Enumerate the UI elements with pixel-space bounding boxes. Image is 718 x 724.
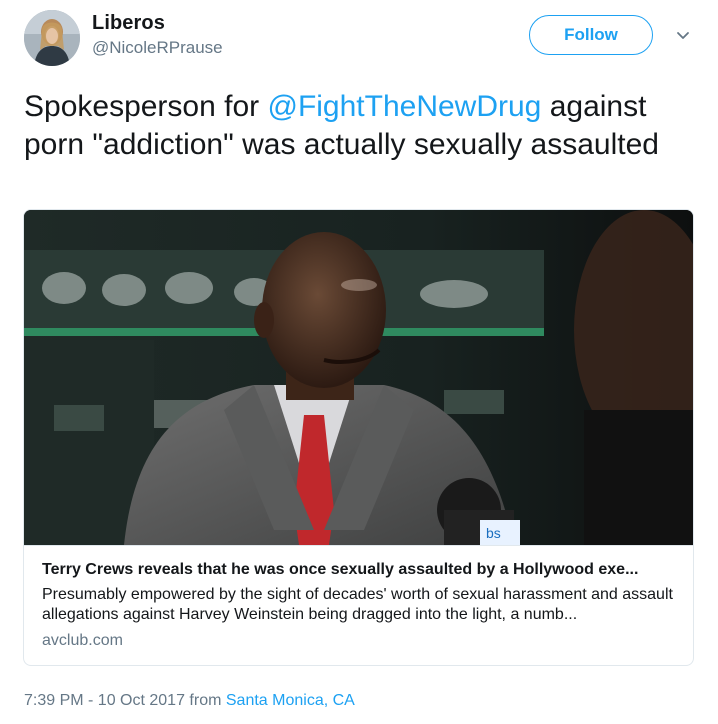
card-body[interactable]: Terry Crews reveals that he was once sex… <box>24 545 693 665</box>
avatar[interactable] <box>24 10 80 66</box>
tweet-timestamp: 7:39 PM - 10 Oct 2017 from Santa Monica,… <box>24 692 355 710</box>
mention-link[interactable]: @FightTheNewDrug <box>267 90 541 123</box>
tweet-text-prefix: Spokesperson for <box>24 90 268 123</box>
svg-text:bs: bs <box>486 525 501 541</box>
tweet-text: Spokesperson for @FightTheNewDrug agains… <box>24 88 694 164</box>
chevron-down-icon[interactable] <box>672 24 694 46</box>
user-handle[interactable]: @NicoleRPrause <box>92 38 223 58</box>
tweet: Liberos @NicoleRPrause Follow Spokespers… <box>0 0 718 724</box>
link-card[interactable]: bs Terry Crews reveals that he was once … <box>23 209 694 666</box>
follow-button[interactable]: Follow <box>529 15 653 55</box>
location-link[interactable]: Santa Monica, CA <box>226 692 355 709</box>
timestamp-time[interactable]: 7:39 PM - 10 Oct 2017 from <box>24 692 226 709</box>
card-title[interactable]: Terry Crews reveals that he was once sex… <box>42 560 675 580</box>
card-domain: avclub.com <box>42 632 123 649</box>
display-name[interactable]: Liberos <box>92 12 165 35</box>
card-image[interactable]: bs <box>24 210 693 545</box>
card-description: Presumably empowered by the sight of dec… <box>42 586 673 623</box>
